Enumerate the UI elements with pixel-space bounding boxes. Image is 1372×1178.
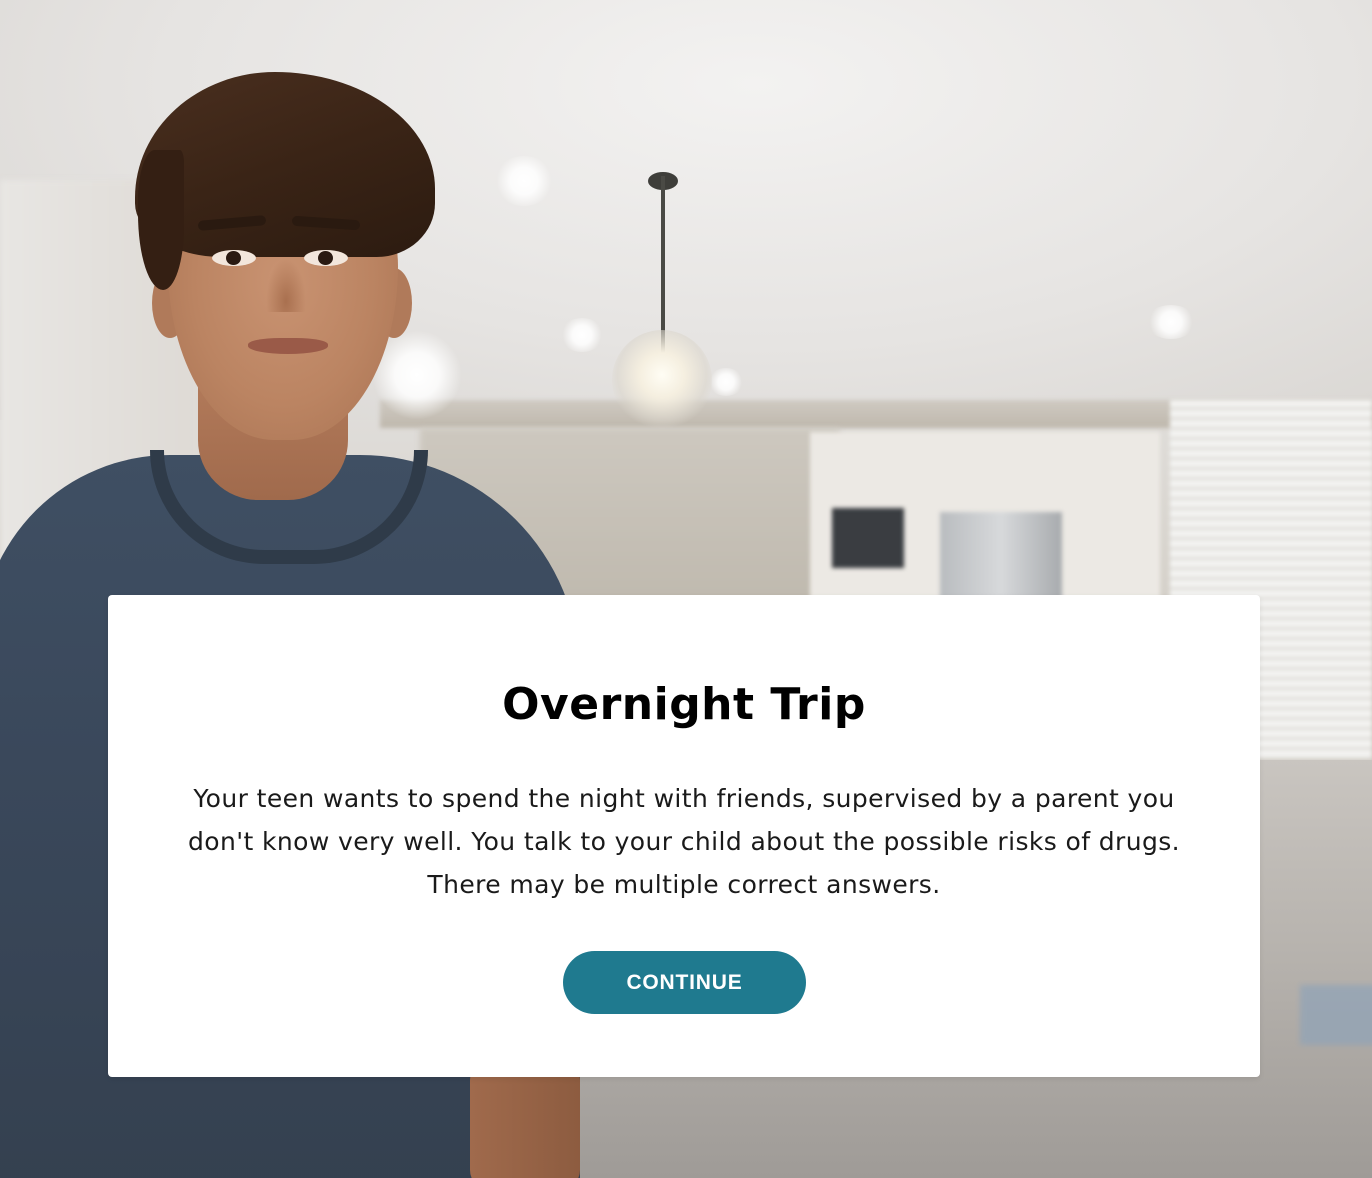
continue-button[interactable]: CONTINUE (563, 951, 806, 1014)
mouth (248, 338, 328, 354)
scenario-modal: Overnight Trip Your teen wants to spend … (108, 595, 1260, 1077)
refrigerator (940, 512, 1062, 602)
nose (266, 258, 306, 312)
hair-side (138, 150, 184, 290)
ceiling-light (1146, 305, 1196, 339)
rug (1300, 985, 1372, 1045)
pupil (318, 251, 333, 265)
ceiling-light (708, 368, 744, 396)
right-arm (470, 1060, 580, 1178)
pendant-light (612, 330, 712, 430)
microwave (832, 508, 904, 568)
pupil (226, 251, 241, 265)
left-eye (212, 250, 256, 266)
modal-description: Your teen wants to spend the night with … (187, 784, 1180, 899)
modal-title: Overnight Trip (502, 679, 866, 730)
right-eye (304, 250, 348, 266)
